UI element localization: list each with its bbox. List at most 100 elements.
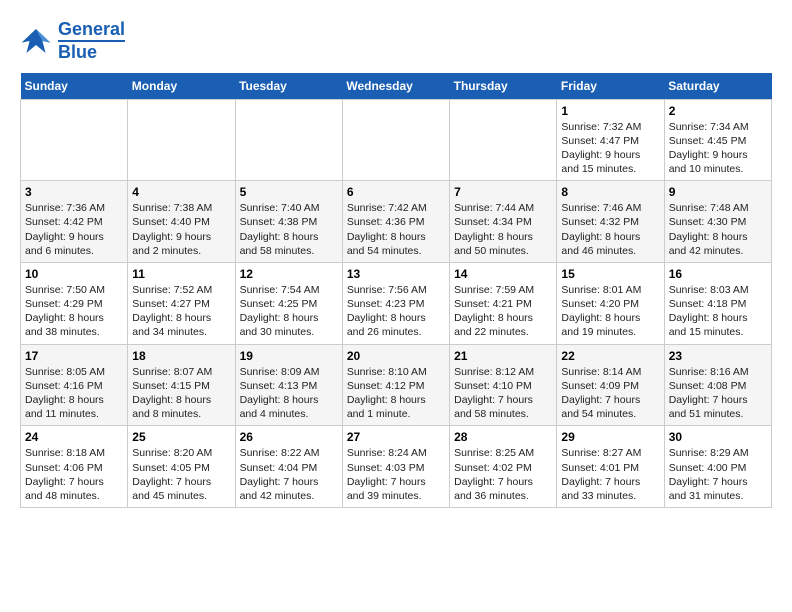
day-info: Sunrise: 7:38 AM Sunset: 4:40 PM Dayligh… xyxy=(132,201,230,258)
day-number: 2 xyxy=(669,104,767,118)
day-cell-20: 20 Sunrise: 8:10 AM Sunset: 4:12 PM Dayli… xyxy=(342,344,449,426)
week-row-4: 17 Sunrise: 8:05 AM Sunset: 4:16 PM Dayli… xyxy=(21,344,772,426)
day-info: Sunrise: 7:32 AM Sunset: 4:47 PM Dayligh… xyxy=(561,120,659,177)
day-info: Sunrise: 8:24 AM Sunset: 4:03 PM Dayligh… xyxy=(347,446,445,503)
day-info: Sunrise: 7:44 AM Sunset: 4:34 PM Dayligh… xyxy=(454,201,552,258)
page-header: General Blue xyxy=(20,20,772,63)
day-number: 16 xyxy=(669,267,767,281)
day-info: Sunrise: 7:40 AM Sunset: 4:38 PM Dayligh… xyxy=(240,201,338,258)
day-number: 28 xyxy=(454,430,552,444)
day-info: Sunrise: 7:59 AM Sunset: 4:21 PM Dayligh… xyxy=(454,283,552,340)
day-info: Sunrise: 8:22 AM Sunset: 4:04 PM Dayligh… xyxy=(240,446,338,503)
day-cell-3: 3 Sunrise: 7:36 AM Sunset: 4:42 PM Daylig… xyxy=(21,181,128,263)
day-info: Sunrise: 8:14 AM Sunset: 4:09 PM Dayligh… xyxy=(561,365,659,422)
day-cell-6: 6 Sunrise: 7:42 AM Sunset: 4:36 PM Daylig… xyxy=(342,181,449,263)
day-number: 4 xyxy=(132,185,230,199)
weekday-header-row: SundayMondayTuesdayWednesdayThursdayFrid… xyxy=(21,73,772,100)
empty-cell xyxy=(342,99,449,181)
day-number: 20 xyxy=(347,349,445,363)
day-info: Sunrise: 7:42 AM Sunset: 4:36 PM Dayligh… xyxy=(347,201,445,258)
day-info: Sunrise: 7:54 AM Sunset: 4:25 PM Dayligh… xyxy=(240,283,338,340)
day-number: 5 xyxy=(240,185,338,199)
day-number: 23 xyxy=(669,349,767,363)
day-cell-28: 28Sunrise: 8:25 AM Sunset: 4:02 PM Dayli… xyxy=(450,426,557,508)
week-row-5: 24 Sunrise: 8:18 AM Sunset: 4:06 PM Dayli… xyxy=(21,426,772,508)
day-number: 17 xyxy=(25,349,123,363)
day-info: Sunrise: 8:12 AM Sunset: 4:10 PM Dayligh… xyxy=(454,365,552,422)
day-cell-26: 26 Sunrise: 8:22 AM Sunset: 4:04 PM Dayli… xyxy=(235,426,342,508)
day-number: 21 xyxy=(454,349,552,363)
day-cell-22: 22 Sunrise: 8:14 AM Sunset: 4:09 PM Dayli… xyxy=(557,344,664,426)
day-info: Sunrise: 8:07 AM Sunset: 4:15 PM Dayligh… xyxy=(132,365,230,422)
weekday-header-sunday: Sunday xyxy=(21,73,128,100)
day-cell-13: 13 Sunrise: 7:56 AM Sunset: 4:23 PM Dayli… xyxy=(342,262,449,344)
day-number: 26 xyxy=(240,430,338,444)
day-number: 9 xyxy=(669,185,767,199)
day-cell-30: 30 Sunrise: 8:29 AM Sunset: 4:00 PM Dayli… xyxy=(664,426,771,508)
day-number: 22 xyxy=(561,349,659,363)
day-cell-16: 16 Sunrise: 8:03 AM Sunset: 4:18 PM Dayli… xyxy=(664,262,771,344)
logo-text: General Blue xyxy=(58,20,125,63)
day-info: Sunrise: 7:48 AM Sunset: 4:30 PM Dayligh… xyxy=(669,201,767,258)
day-info: Sunrise: 8:09 AM Sunset: 4:13 PM Dayligh… xyxy=(240,365,338,422)
day-number: 12 xyxy=(240,267,338,281)
logo-icon xyxy=(20,25,52,57)
day-cell-25: 25 Sunrise: 8:20 AM Sunset: 4:05 PM Dayli… xyxy=(128,426,235,508)
day-number: 3 xyxy=(25,185,123,199)
empty-cell xyxy=(128,99,235,181)
day-info: Sunrise: 7:50 AM Sunset: 4:29 PM Dayligh… xyxy=(25,283,123,340)
day-number: 29 xyxy=(561,430,659,444)
weekday-header-tuesday: Tuesday xyxy=(235,73,342,100)
day-cell-9: 9 Sunrise: 7:48 AM Sunset: 4:30 PM Daylig… xyxy=(664,181,771,263)
day-number: 6 xyxy=(347,185,445,199)
day-number: 8 xyxy=(561,185,659,199)
day-info: Sunrise: 8:16 AM Sunset: 4:08 PM Dayligh… xyxy=(669,365,767,422)
day-info: Sunrise: 7:36 AM Sunset: 4:42 PM Dayligh… xyxy=(25,201,123,258)
day-info: Sunrise: 8:18 AM Sunset: 4:06 PM Dayligh… xyxy=(25,446,123,503)
weekday-header-wednesday: Wednesday xyxy=(342,73,449,100)
calendar-table: SundayMondayTuesdayWednesdayThursdayFrid… xyxy=(20,73,772,508)
day-cell-19: 19Sunrise: 8:09 AM Sunset: 4:13 PM Dayli… xyxy=(235,344,342,426)
week-row-3: 10 Sunrise: 7:50 AM Sunset: 4:29 PM Dayli… xyxy=(21,262,772,344)
weekday-header-thursday: Thursday xyxy=(450,73,557,100)
day-cell-5: 5 Sunrise: 7:40 AM Sunset: 4:38 PM Daylig… xyxy=(235,181,342,263)
day-number: 27 xyxy=(347,430,445,444)
day-info: Sunrise: 8:10 AM Sunset: 4:12 PM Dayligh… xyxy=(347,365,445,422)
day-cell-7: 7 Sunrise: 7:44 AM Sunset: 4:34 PM Daylig… xyxy=(450,181,557,263)
day-info: Sunrise: 8:27 AM Sunset: 4:01 PM Dayligh… xyxy=(561,446,659,503)
day-number: 30 xyxy=(669,430,767,444)
day-number: 14 xyxy=(454,267,552,281)
day-number: 25 xyxy=(132,430,230,444)
weekday-header-monday: Monday xyxy=(128,73,235,100)
week-row-1: 1 Sunrise: 7:32 AM Sunset: 4:47 PM Daylig… xyxy=(21,99,772,181)
day-cell-15: 15Sunrise: 8:01 AM Sunset: 4:20 PM Dayli… xyxy=(557,262,664,344)
day-cell-4: 4 Sunrise: 7:38 AM Sunset: 4:40 PM Daylig… xyxy=(128,181,235,263)
day-number: 1 xyxy=(561,104,659,118)
day-info: Sunrise: 8:20 AM Sunset: 4:05 PM Dayligh… xyxy=(132,446,230,503)
day-number: 10 xyxy=(25,267,123,281)
day-cell-12: 12 Sunrise: 7:54 AM Sunset: 4:25 PM Dayli… xyxy=(235,262,342,344)
day-info: Sunrise: 8:05 AM Sunset: 4:16 PM Dayligh… xyxy=(25,365,123,422)
day-cell-18: 18 Sunrise: 8:07 AM Sunset: 4:15 PM Dayli… xyxy=(128,344,235,426)
day-number: 18 xyxy=(132,349,230,363)
weekday-header-saturday: Saturday xyxy=(664,73,771,100)
day-info: Sunrise: 7:56 AM Sunset: 4:23 PM Dayligh… xyxy=(347,283,445,340)
empty-cell xyxy=(21,99,128,181)
week-row-2: 3 Sunrise: 7:36 AM Sunset: 4:42 PM Daylig… xyxy=(21,181,772,263)
day-cell-17: 17 Sunrise: 8:05 AM Sunset: 4:16 PM Dayli… xyxy=(21,344,128,426)
day-cell-8: 8 Sunrise: 7:46 AM Sunset: 4:32 PM Daylig… xyxy=(557,181,664,263)
day-number: 7 xyxy=(454,185,552,199)
day-cell-2: 2 Sunrise: 7:34 AM Sunset: 4:45 PM Daylig… xyxy=(664,99,771,181)
day-info: Sunrise: 7:34 AM Sunset: 4:45 PM Dayligh… xyxy=(669,120,767,177)
day-cell-29: 29 Sunrise: 8:27 AM Sunset: 4:01 PM Dayli… xyxy=(557,426,664,508)
day-info: Sunrise: 7:46 AM Sunset: 4:32 PM Dayligh… xyxy=(561,201,659,258)
day-cell-27: 27 Sunrise: 8:24 AM Sunset: 4:03 PM Dayli… xyxy=(342,426,449,508)
weekday-header-friday: Friday xyxy=(557,73,664,100)
day-info: Sunrise: 8:29 AM Sunset: 4:00 PM Dayligh… xyxy=(669,446,767,503)
day-number: 13 xyxy=(347,267,445,281)
day-info: Sunrise: 8:03 AM Sunset: 4:18 PM Dayligh… xyxy=(669,283,767,340)
day-cell-23: 23 Sunrise: 8:16 AM Sunset: 4:08 PM Dayli… xyxy=(664,344,771,426)
day-number: 15 xyxy=(561,267,659,281)
day-number: 24 xyxy=(25,430,123,444)
day-info: Sunrise: 7:52 AM Sunset: 4:27 PM Dayligh… xyxy=(132,283,230,340)
